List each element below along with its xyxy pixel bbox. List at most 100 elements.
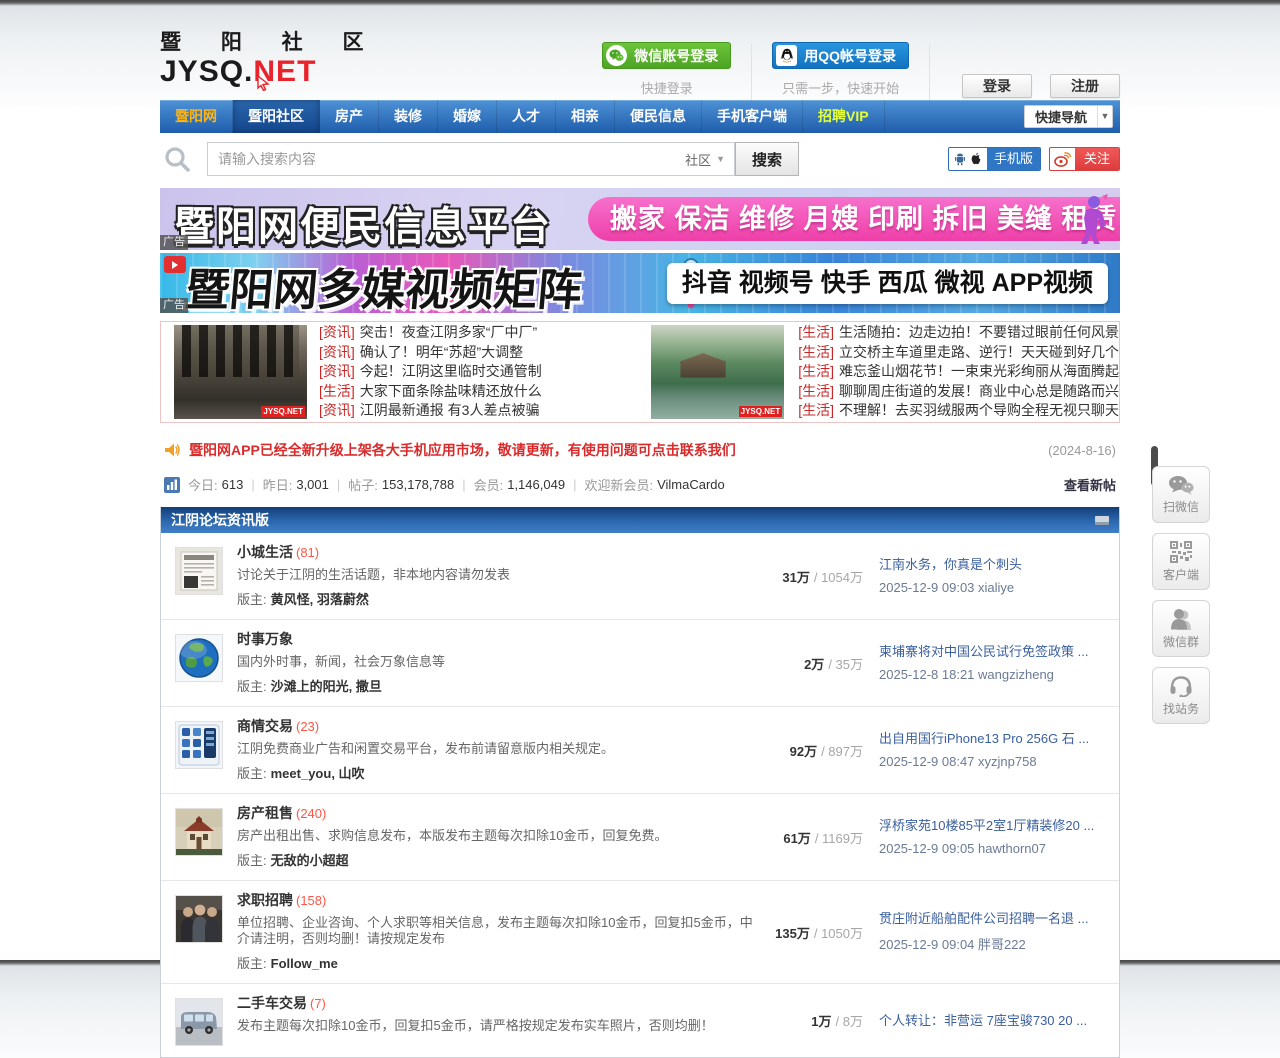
last-post-meta[interactable]: 2025-12-9 09:04 胖哥222 [879, 934, 1107, 953]
stat-members-label: 会员: [474, 475, 504, 494]
nav-item-rencai[interactable]: 人才 [497, 100, 556, 133]
news-link[interactable]: [生活]难忘釜山烟花节！一束束光彩绚丽从海面腾起 [798, 362, 1119, 382]
client-app-button[interactable]: 客户端 [1152, 533, 1210, 590]
view-new-posts-link[interactable]: 查看新帖 [1064, 475, 1116, 494]
mods-label: 版主: [237, 679, 267, 694]
login-button[interactable]: 登录 [962, 74, 1032, 98]
last-post-title[interactable]: 江南水务，你真是个刺头 [879, 557, 1107, 573]
mods-names[interactable]: 无敌的小超超 [271, 853, 349, 868]
last-post-meta[interactable]: 2025-12-9 09:03 xialiye [879, 580, 1107, 595]
forum-title[interactable]: 二手车交易(7) [237, 995, 755, 1012]
mods-names[interactable]: meet_you, 山吹 [271, 766, 365, 781]
news-photo-river[interactable]: JYSQ.NET [651, 325, 784, 419]
nav-item-fangchan[interactable]: 房产 [320, 100, 379, 133]
news-link[interactable]: [生活]不理解！去买羽绒服两个导购全程无视只聊天 [798, 401, 1119, 421]
wechat-group-button[interactable]: 微信群 [1152, 600, 1210, 657]
forum-title[interactable]: 房产租售(240) [237, 805, 755, 822]
nav-item-mobile-client[interactable]: 手机客户端 [702, 100, 803, 133]
forum-today-count: (240) [296, 806, 326, 821]
collapse-icon[interactable] [1095, 516, 1109, 525]
forum-name: 商情交易 [237, 718, 293, 734]
last-post-title[interactable]: 浮桥家苑10楼85平2室1厅精装修20 ... [879, 818, 1107, 834]
watermark: JYSQ.NET [739, 406, 783, 417]
forum-title[interactable]: 小城生活(81) [237, 544, 755, 561]
last-post-title[interactable]: 贯庄附近船舶配件公司招聘一名退 ... [879, 911, 1107, 927]
stat-today-label: 今日: [188, 475, 218, 494]
globe-icon[interactable] [175, 634, 223, 682]
people-icon[interactable] [175, 895, 223, 943]
new-member-link[interactable]: VilmaCardo [657, 477, 725, 492]
forum-info: 求职招聘(158) 单位招聘、企业咨询、个人求职等相关信息，发布主题每次扣除10… [237, 892, 763, 972]
nav-item-xiangqin[interactable]: 相亲 [556, 100, 615, 133]
last-post-title[interactable]: 出自用国行iPhone13 Pro 256G 石 ... [879, 731, 1107, 747]
qq-icon [776, 45, 797, 66]
qq-login-button[interactable]: 用QQ帐号登录 [772, 42, 909, 69]
news-link[interactable]: [资讯]确认了！明年“苏超”大调整 [319, 343, 638, 363]
search-scope-dropdown[interactable]: 社区 ▼ [676, 143, 734, 175]
ad-banner-video-matrix[interactable]: 暨阳网多媒视频矩阵 抖音 视频号 快手 西瓜 微视 APP视频 广告 [160, 253, 1120, 313]
nav-item-bianmin[interactable]: 便民信息 [615, 100, 702, 133]
news-tag: [生活] [798, 402, 834, 418]
news-link[interactable]: [生活]生活随拍：边走边拍！不要错过眼前任何风景 [798, 323, 1119, 343]
site-staff-button[interactable]: 找站务 [1152, 667, 1210, 724]
forum-title[interactable]: 商情交易(23) [237, 718, 755, 735]
last-post-meta[interactable]: 2025-12-8 18:21 wangzizheng [879, 667, 1107, 682]
site-staff-label: 找站务 [1163, 700, 1199, 717]
nav-item-jyw[interactable]: 暨阳网 [160, 100, 233, 133]
search-input[interactable] [208, 143, 676, 175]
forum-row-fangchanzushou: 房产租售(240) 房产出租出售、求购信息发布，本版发布主题每次扣除10金币，回… [161, 793, 1119, 880]
news-link[interactable]: [资讯]今起！江阴这里临时交通管制 [319, 362, 638, 382]
mobile-version-button[interactable]: 手机版 [948, 147, 1041, 171]
chevron-down-icon[interactable]: ▼ [1097, 106, 1112, 127]
announcement-text[interactable]: 暨阳网APP已经全新升级上架各大手机应用市场，敬请更新，有使用问题可点击联系我们 [189, 440, 736, 460]
cursor-icon [256, 75, 270, 91]
news-link[interactable]: [资讯]江阴最新通报 有3人差点被骗 [319, 401, 638, 421]
wechat-login-button[interactable]: 微信账号登录 [602, 42, 731, 69]
mods-names[interactable]: 黄风怪, 羽落蔚然 [271, 592, 369, 607]
nav-item-jysq[interactable]: 暨阳社区 [233, 100, 320, 133]
last-post: 浮桥家苑10楼85平2室1厅精装修20 ... 2025-12-9 09:05 … [879, 805, 1107, 869]
forum-name: 小城生活 [237, 544, 293, 560]
wechat-scan-button[interactable]: 扫微信 [1152, 466, 1210, 523]
banner2-title: 暨阳网多媒视频矩阵 [183, 254, 585, 313]
quick-nav-button[interactable]: 快捷导航 ▼ [1024, 105, 1113, 128]
divider [751, 44, 752, 100]
trade-panel-icon[interactable] [175, 721, 223, 769]
nav-item-zhuangxiu[interactable]: 装修 [379, 100, 438, 133]
nav-item-hunjia[interactable]: 婚嫁 [438, 100, 497, 133]
mods-label: 版主: [237, 592, 267, 607]
mods-label: 版主: [237, 766, 267, 781]
site-logo[interactable]: 暨 阳 社 区 JYSQ.NET [160, 30, 395, 100]
qq-login-column: 用QQ帐号登录 只需一步，快速开始 [772, 42, 909, 100]
news-link[interactable]: [生活]大家下面条除盐味精还放什么 [319, 382, 638, 402]
banner1-title: 暨阳网便民信息平台 [174, 194, 552, 250]
mods-names[interactable]: 沙滩上的阳光, 撒旦 [271, 679, 382, 694]
news-link[interactable]: [生活]聊聊周庄街道的发展！商业中心总是随路而兴 [798, 382, 1119, 402]
qq-login-label: 用QQ帐号登录 [804, 46, 896, 66]
ad-banner-convenience[interactable]: 暨阳网便民信息平台 搬家 保洁 维修 月嫂 印刷 拆旧 美缝 租赁 广告 [160, 188, 1120, 250]
forum-title[interactable]: 求职招聘(158) [237, 892, 755, 909]
last-post-meta[interactable]: 2025-12-9 09:05 hawthorn07 [879, 841, 1107, 856]
post-count: / 1054万 [814, 567, 863, 586]
wechat-login-label: 微信账号登录 [634, 46, 718, 66]
platform-icons [949, 152, 987, 166]
van-icon[interactable] [175, 998, 223, 1046]
newspaper-icon[interactable] [175, 547, 223, 595]
house-icon[interactable] [175, 808, 223, 856]
mods-names[interactable]: Follow_me [271, 956, 338, 971]
follow-button[interactable]: 关注 [1049, 147, 1120, 171]
last-post-title[interactable]: 个人转让：非营运 7座宝骏730 20 ... [879, 1013, 1107, 1029]
news-photo-factory[interactable]: JYSQ.NET [174, 325, 307, 419]
forum-description: 江阴免费商业广告和闲置交易平台，发布前请留意版内相关规定。 [237, 741, 755, 757]
post-count: / 8万 [836, 1011, 863, 1030]
last-post-meta[interactable]: 2025-12-9 08:47 xyzjnp758 [879, 754, 1107, 769]
news-link[interactable]: [资讯]突击！夜查江阴多家“厂中厂” [319, 323, 638, 343]
register-button[interactable]: 注册 [1050, 74, 1120, 98]
ad-tag: 广告 [160, 298, 188, 313]
forum-title[interactable]: 时事万象 [237, 631, 755, 648]
last-post: 柬埔寨将对中国公民试行免签政策 ... 2025-12-8 18:21 wang… [879, 631, 1107, 695]
nav-item-zhaopin-vip[interactable]: 招聘VIP [803, 100, 885, 133]
search-button[interactable]: 搜索 [735, 142, 799, 176]
last-post-title[interactable]: 柬埔寨将对中国公民试行免签政策 ... [879, 644, 1107, 660]
news-link[interactable]: [生活]立交桥主车道里走路、逆行！天天碰到好几个 [798, 343, 1119, 363]
